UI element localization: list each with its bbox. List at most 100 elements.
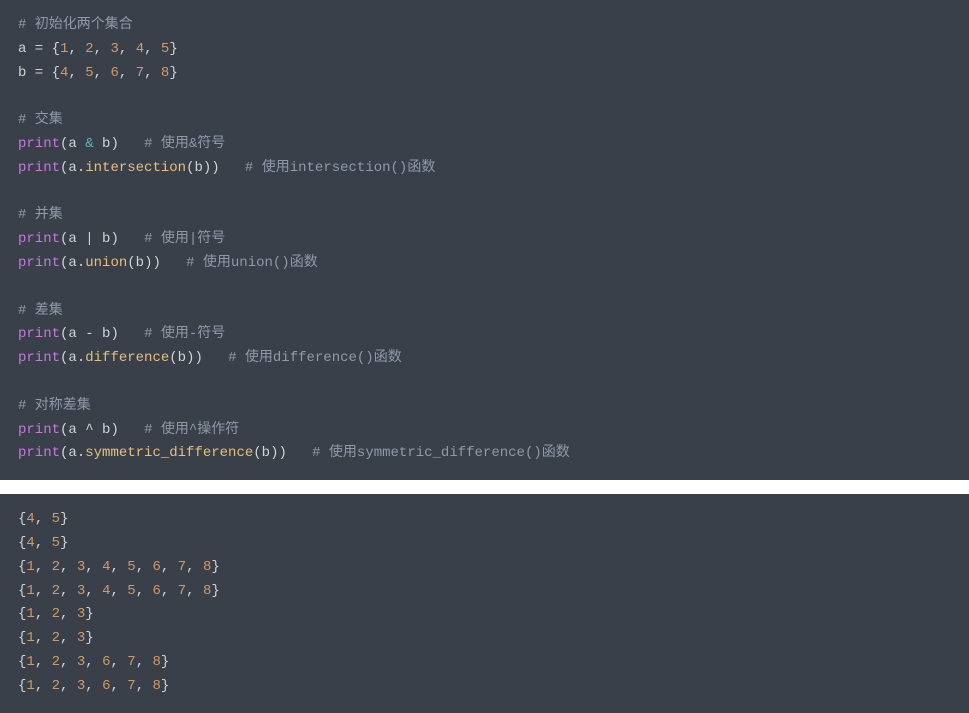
- space: [119, 326, 144, 342]
- brace: {: [52, 65, 60, 81]
- builtin-print: print: [18, 445, 60, 461]
- output-number: 7: [178, 559, 186, 575]
- output-number: 1: [26, 559, 34, 575]
- space: [94, 231, 102, 247]
- paren: (: [253, 445, 261, 461]
- comma: ,: [35, 511, 52, 527]
- paren: ): [278, 445, 286, 461]
- number-literal: 7: [136, 65, 144, 81]
- output-number: 2: [52, 559, 60, 575]
- brace: }: [161, 678, 169, 694]
- space: [119, 136, 144, 152]
- brace: }: [169, 65, 177, 81]
- comma: ,: [161, 559, 178, 575]
- comma: ,: [35, 678, 52, 694]
- operator: =: [26, 65, 51, 81]
- brace: }: [161, 654, 169, 670]
- comma: ,: [85, 654, 102, 670]
- builtin-print: print: [18, 231, 60, 247]
- space: [119, 422, 144, 438]
- comment: # 使用|符号: [144, 231, 225, 247]
- comma: ,: [161, 583, 178, 599]
- comment: # 使用^操作符: [144, 422, 239, 438]
- space: [94, 326, 102, 342]
- paren: ): [110, 231, 118, 247]
- method-union: union: [85, 255, 127, 271]
- number-literal: 6: [110, 65, 118, 81]
- paren: ): [152, 255, 160, 271]
- operator-and: &: [85, 136, 93, 152]
- number-literal: 4: [136, 41, 144, 57]
- output-number: 4: [26, 511, 34, 527]
- operator-or: |: [85, 231, 93, 247]
- output-number: 4: [26, 535, 34, 551]
- source-code-block: # 初始化两个集合 a = {1, 2, 3, 4, 5} b = {4, 5,…: [0, 0, 969, 480]
- operator: =: [26, 41, 51, 57]
- identifier: b: [178, 350, 186, 366]
- output-number: 3: [77, 559, 85, 575]
- comment: # 使用difference()函数: [228, 350, 402, 366]
- space: [94, 422, 102, 438]
- comma: ,: [110, 583, 127, 599]
- output-number: 2: [52, 583, 60, 599]
- dot: .: [77, 350, 85, 366]
- identifier: b: [194, 160, 202, 176]
- identifier: a: [68, 445, 76, 461]
- brace: {: [52, 41, 60, 57]
- comma: ,: [60, 678, 77, 694]
- identifier: b: [262, 445, 270, 461]
- output-number: 1: [26, 583, 34, 599]
- number-literal: 5: [85, 65, 93, 81]
- comment: # 差集: [18, 303, 63, 319]
- output-number: 8: [153, 654, 161, 670]
- brace: }: [85, 630, 93, 646]
- output-number: 6: [153, 583, 161, 599]
- builtin-print: print: [18, 326, 60, 342]
- comma: ,: [35, 583, 52, 599]
- identifier: b: [136, 255, 144, 271]
- output-number: 3: [77, 630, 85, 646]
- comma: ,: [110, 654, 127, 670]
- output-number: 2: [52, 606, 60, 622]
- space: [287, 445, 312, 461]
- paren: ): [110, 326, 118, 342]
- output-number: 7: [127, 678, 135, 694]
- comment: # 并集: [18, 207, 63, 223]
- brace: }: [85, 606, 93, 622]
- comma: ,: [60, 654, 77, 670]
- output-number: 6: [153, 559, 161, 575]
- comment: # 交集: [18, 112, 63, 128]
- comment: # 初始化两个集合: [18, 17, 133, 33]
- builtin-print: print: [18, 350, 60, 366]
- space: [119, 231, 144, 247]
- comma: ,: [119, 65, 136, 81]
- comment: # 使用intersection()函数: [245, 160, 435, 176]
- brace: }: [211, 559, 219, 575]
- comma: ,: [186, 583, 203, 599]
- comment: # 使用union()函数: [186, 255, 318, 271]
- identifier: a: [68, 255, 76, 271]
- output-number: 3: [77, 583, 85, 599]
- operator-xor: ^: [85, 422, 93, 438]
- operator-minus: -: [85, 326, 93, 342]
- dot: .: [77, 255, 85, 271]
- output-number: 5: [52, 535, 60, 551]
- paren: ): [110, 136, 118, 152]
- comma: ,: [94, 41, 111, 57]
- brace: }: [169, 41, 177, 57]
- comma: ,: [35, 606, 52, 622]
- output-number: 5: [127, 583, 135, 599]
- brace: }: [60, 511, 68, 527]
- comment: # 使用-符号: [144, 326, 225, 342]
- space: [203, 350, 228, 366]
- comma: ,: [60, 559, 77, 575]
- builtin-print: print: [18, 160, 60, 176]
- method-intersection: intersection: [85, 160, 186, 176]
- comma: ,: [144, 65, 161, 81]
- output-block: {4, 5} {4, 5} {1, 2, 3, 4, 5, 6, 7, 8} {…: [0, 494, 969, 712]
- identifier: a: [68, 326, 76, 342]
- paren: ): [110, 422, 118, 438]
- comma: ,: [144, 41, 161, 57]
- output-number: 7: [127, 654, 135, 670]
- paren: (: [127, 255, 135, 271]
